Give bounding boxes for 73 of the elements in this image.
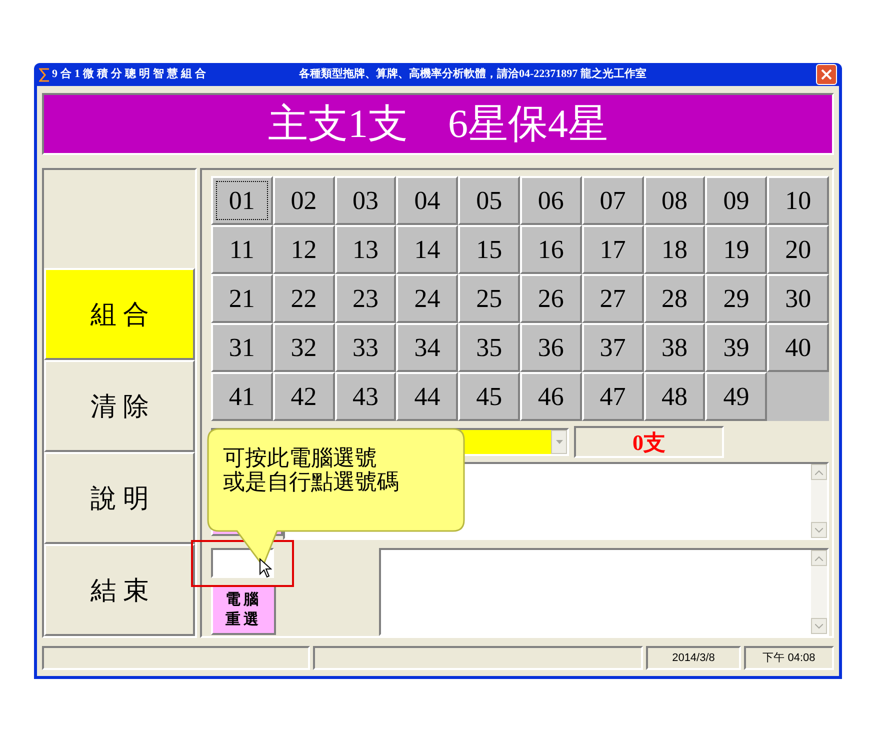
number-button[interactable]: 24: [396, 274, 458, 323]
side-button[interactable]: 清 除: [44, 360, 195, 452]
number-button[interactable]: 20: [767, 225, 829, 274]
cursor-icon: [259, 558, 272, 578]
side-button[interactable]: 結 束: [44, 544, 195, 636]
side-button[interactable]: 說 明: [44, 452, 195, 544]
scrollbar[interactable]: [811, 550, 827, 634]
number-button[interactable]: 32: [272, 323, 335, 372]
number-button[interactable]: 07: [582, 176, 644, 225]
number-button[interactable]: 12: [272, 225, 335, 274]
number-button[interactable]: 28: [644, 274, 706, 323]
window-subtitle: 各種類型拖牌、算牌、高機率分析軟體，請洽04-22371897 龍之光工作室: [299, 66, 646, 82]
number-button[interactable]: 11: [211, 225, 273, 274]
number-button[interactable]: 03: [334, 176, 396, 225]
number-button[interactable]: 26: [520, 274, 582, 323]
number-button[interactable]: 30: [767, 274, 829, 323]
callout-text: 可按此電腦選號: [223, 446, 378, 470]
number-button[interactable]: 04: [396, 176, 458, 225]
side-button[interactable]: 組 合: [44, 268, 195, 360]
callout-text: 或是自行點選號碼: [223, 470, 399, 494]
number-button[interactable]: 40: [767, 323, 829, 372]
text-area[interactable]: [379, 548, 829, 636]
close-button[interactable]: [816, 64, 837, 85]
reselect-button[interactable]: 電腦 重選: [211, 585, 276, 635]
number-button[interactable]: 35: [458, 323, 520, 372]
number-button[interactable]: 41: [211, 372, 273, 421]
number-button[interactable]: 36: [520, 323, 582, 372]
number-button[interactable]: 34: [396, 323, 458, 372]
number-button[interactable]: 18: [644, 225, 706, 274]
number-button[interactable]: 08: [644, 176, 706, 225]
number-button[interactable]: 46: [520, 372, 582, 421]
number-button[interactable]: 42: [272, 372, 335, 421]
number-button[interactable]: 33: [334, 323, 396, 372]
number-button[interactable]: 29: [705, 274, 768, 323]
number-button[interactable]: 48: [644, 372, 706, 421]
number-button[interactable]: 45: [458, 372, 520, 421]
number-button[interactable]: 16: [520, 225, 582, 274]
number-button[interactable]: 01: [211, 176, 273, 225]
scroll-down-icon[interactable]: [811, 618, 827, 634]
number-button[interactable]: 44: [396, 372, 458, 421]
sigma-icon: [39, 68, 50, 82]
number-button[interactable]: 02: [272, 176, 335, 225]
number-button[interactable]: 37: [582, 323, 644, 372]
number-button[interactable]: 27: [582, 274, 644, 323]
number-button[interactable]: 49: [705, 372, 768, 421]
number-button[interactable]: 13: [334, 225, 396, 274]
close-icon: [821, 69, 832, 80]
count-display: 0支: [574, 426, 724, 458]
scroll-up-icon[interactable]: [811, 464, 827, 480]
scrollbar[interactable]: [811, 464, 827, 538]
banner: 主支1支 6星保4星: [42, 93, 834, 155]
number-button[interactable]: 06: [520, 176, 582, 225]
status-time: 下午 04:08: [744, 646, 834, 670]
number-button[interactable]: 47: [582, 372, 644, 421]
number-button[interactable]: 22: [272, 274, 335, 323]
scroll-up-icon[interactable]: [811, 550, 827, 566]
window-title: 9合1微積分聰明智慧組合: [52, 66, 209, 82]
number-button[interactable]: 14: [396, 225, 458, 274]
number-button[interactable]: 39: [705, 323, 768, 372]
status-date: 2014/3/8: [646, 646, 741, 670]
number-button[interactable]: 15: [458, 225, 520, 274]
number-button[interactable]: 05: [458, 176, 520, 225]
number-button[interactable]: 19: [705, 225, 768, 274]
number-button[interactable]: 43: [334, 372, 396, 421]
number-button[interactable]: 21: [211, 274, 273, 323]
number-button[interactable]: 09: [705, 176, 768, 225]
number-button[interactable]: 10: [767, 176, 829, 225]
number-button[interactable]: 17: [582, 225, 644, 274]
number-button[interactable]: 25: [458, 274, 520, 323]
number-button[interactable]: 31: [211, 323, 273, 372]
number-button[interactable]: 38: [644, 323, 706, 372]
scroll-down-icon[interactable]: [811, 522, 827, 538]
number-button[interactable]: 23: [334, 274, 396, 323]
